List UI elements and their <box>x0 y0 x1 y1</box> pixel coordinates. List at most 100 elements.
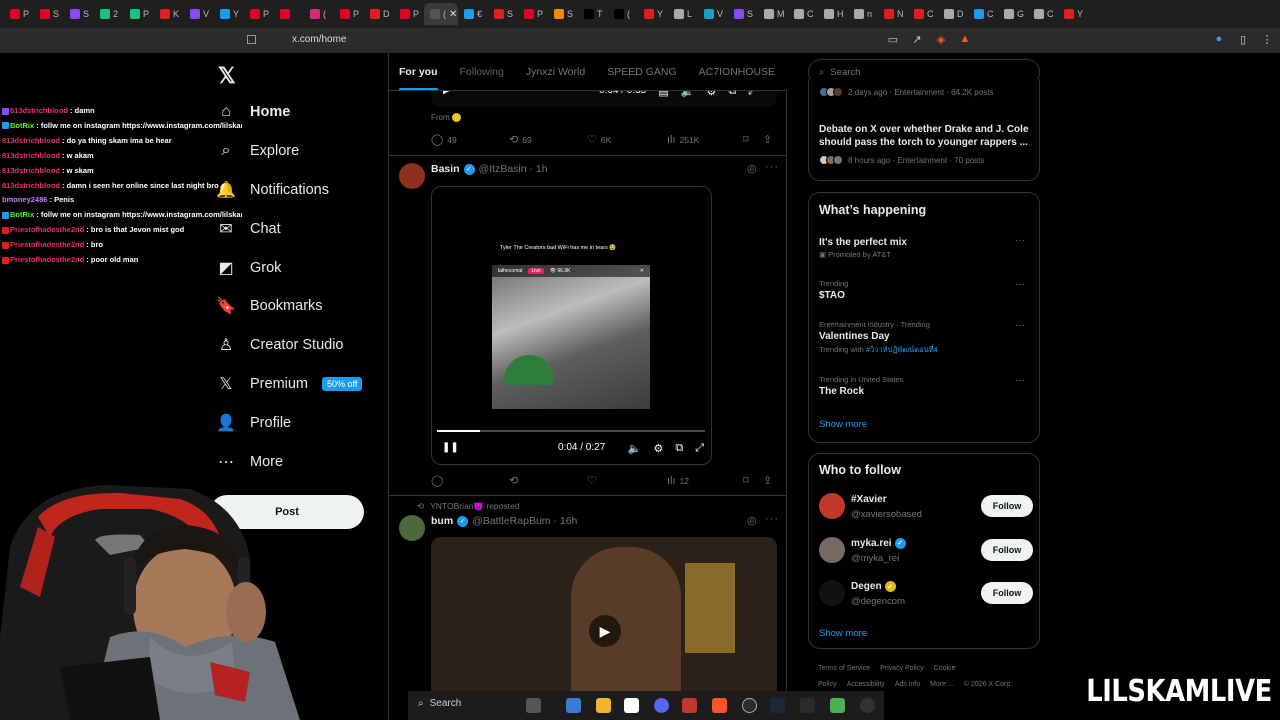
browser-tab[interactable]: S <box>64 3 94 25</box>
vpn-icon[interactable]: ● <box>1212 32 1226 46</box>
like-button[interactable]: ♡ 6K <box>587 133 667 146</box>
share-button[interactable]: ⇪ <box>763 474 772 487</box>
browser-tab[interactable]: P <box>518 3 548 25</box>
follow-handle[interactable]: @myka_rei <box>851 553 899 564</box>
browser-tab[interactable]: Y <box>214 3 244 25</box>
widgets-icon[interactable] <box>526 698 541 713</box>
more-options-icon[interactable]: ··· <box>765 161 779 173</box>
copilot-icon[interactable] <box>566 698 581 713</box>
tab-ac7ionhouse[interactable]: AC7IONHOUSE <box>699 53 775 90</box>
brave-browser-icon[interactable] <box>712 698 727 713</box>
reply-button[interactable]: ◯ 49 <box>431 133 509 146</box>
news-item[interactable]: 2 days ago · Entertainment · 64.2K posts <box>819 87 993 97</box>
share-icon[interactable]: ↗ <box>910 32 924 46</box>
browser-tab[interactable]: ( <box>304 3 334 25</box>
nav-item-bookmarks[interactable]: 🔖 Bookmarks <box>216 287 362 326</box>
repost-button[interactable]: ⟲ <box>509 474 587 487</box>
follow-button[interactable]: Follow <box>981 538 1033 561</box>
nav-item-creator-studio[interactable]: ♙ Creator Studio <box>216 326 362 365</box>
views-button[interactable]: ılı 12 <box>667 475 743 487</box>
browser-tab[interactable]: K <box>154 3 184 25</box>
repost-button[interactable]: ⟲ 69 <box>509 133 587 146</box>
browser-tab[interactable]: n <box>848 3 878 25</box>
nav-item-chat[interactable]: ✉ Chat <box>216 209 362 248</box>
news-item[interactable]: 8 hours ago · Entertainment · 70 posts <box>819 155 985 165</box>
tab-speed-gang[interactable]: SPEED GANG <box>607 53 676 90</box>
news-title[interactable]: Debate on X over whether Drake and J. Co… <box>819 123 1033 149</box>
more-options-icon[interactable]: ··· <box>765 513 779 525</box>
browser-tab[interactable]: S <box>488 3 518 25</box>
browser-tab[interactable]: P <box>394 3 424 25</box>
footer-link[interactable]: More ... <box>930 681 954 688</box>
trend-item[interactable]: Trending in United States The Rock ··· <box>819 375 1031 397</box>
browser-tab[interactable]: G <box>998 3 1028 25</box>
browser-tab[interactable]: P <box>244 3 274 25</box>
follow-suggestion[interactable]: Degen ✓ @degencom Follow <box>819 577 1033 611</box>
taskbar-search[interactable]: ⌕ Search <box>418 698 461 709</box>
source-avatar[interactable] <box>451 113 461 123</box>
browser-tab[interactable]: M <box>758 3 788 25</box>
browser-tab[interactable]: H <box>818 3 848 25</box>
like-button[interactable]: ♡ <box>587 474 667 487</box>
browser-tab[interactable]: N <box>878 3 908 25</box>
bookmark-button[interactable]: ⌑ <box>743 474 763 487</box>
footer-link[interactable]: Terms of Service <box>818 665 870 672</box>
tab-jynxzi-world[interactable]: Jynxzi World <box>526 53 585 90</box>
follow-button[interactable]: Follow <box>981 495 1033 517</box>
trend-item[interactable]: It's the perfect mix ▣ Promoted by AT&T … <box>819 235 1031 259</box>
show-more-link[interactable]: Show more <box>819 419 867 430</box>
browser-tab[interactable]: D <box>938 3 968 25</box>
nav-item-notifications[interactable]: 🔔 Notifications <box>216 171 362 210</box>
follow-suggestion[interactable]: #Xavier @xaviersobased Follow <box>819 490 1033 524</box>
steam-icon[interactable] <box>770 698 785 713</box>
app-icon[interactable] <box>860 698 875 713</box>
tab-for-you[interactable]: For you <box>399 53 438 90</box>
author-handle[interactable]: @ItzBasin · 1h <box>479 163 548 175</box>
footer-link[interactable]: Privacy Policy <box>880 665 924 672</box>
sidebar-toggle-icon[interactable]: ▯ <box>1236 32 1250 46</box>
browser-tab[interactable]: 2 <box>94 3 124 25</box>
author-name[interactable]: Basin <box>431 163 460 175</box>
x-logo-icon[interactable]: 𝕏 <box>218 63 236 89</box>
browser-tab[interactable]: C <box>968 3 998 25</box>
browser-tab[interactable]: S <box>548 3 578 25</box>
browser-tab[interactable]: L <box>668 3 698 25</box>
footer-link[interactable]: Ads info <box>895 681 920 688</box>
trend-item[interactable]: Entertainment industry · Trending Valent… <box>819 320 1031 356</box>
follow-handle[interactable]: @xaviersobased <box>851 509 922 520</box>
browser-tab[interactable]: C <box>1028 3 1058 25</box>
tab-following[interactable]: Following <box>460 53 504 90</box>
browser-tab[interactable]: P <box>124 3 154 25</box>
browser-tab[interactable]: S <box>728 3 758 25</box>
bookmark-star-icon[interactable]: ☐ <box>246 33 258 47</box>
follow-button[interactable]: Follow <box>981 582 1033 604</box>
reply-button[interactable]: ◯ <box>431 474 509 487</box>
follow-name[interactable]: #Xavier <box>851 494 887 505</box>
app-icon[interactable] <box>830 698 845 713</box>
footer-link[interactable]: © 2026 X Corp. <box>964 681 1012 688</box>
pip-icon[interactable]: ⧉ <box>675 442 683 455</box>
discord-icon[interactable] <box>654 698 669 713</box>
footer-link[interactable]: Accessibility <box>847 681 885 688</box>
avatar[interactable] <box>819 536 845 563</box>
browser-tab[interactable]: P <box>4 3 34 25</box>
browser-tab[interactable]: C <box>788 3 818 25</box>
nav-item-home[interactable]: ⌂ Home <box>216 93 362 132</box>
volume-icon[interactable]: 🔈 <box>628 442 642 455</box>
pause-icon[interactable]: ❚❚ <box>442 442 459 453</box>
follow-suggestion[interactable]: myka.rei ✓ @myka_rei Follow <box>819 534 1033 568</box>
follow-handle[interactable]: @degencom <box>851 596 905 607</box>
settings-icon[interactable]: ⚙ <box>653 442 663 455</box>
more-options-icon[interactable]: ··· <box>1015 320 1025 331</box>
share-button[interactable]: ⇪ <box>763 133 772 146</box>
browser-tab[interactable]: S <box>34 3 64 25</box>
avatar[interactable] <box>399 515 425 541</box>
show-more-link[interactable]: Show more <box>819 628 867 639</box>
browser-tab[interactable]: (✕ <box>424 3 458 25</box>
browser-tab[interactable]: € <box>458 3 488 25</box>
obs-icon[interactable] <box>742 698 757 713</box>
store-icon[interactable] <box>624 698 639 713</box>
nav-item-premium[interactable]: 𝕏 Premium 50% off <box>216 365 363 404</box>
author-name[interactable]: bum <box>431 515 453 527</box>
video-player[interactable]: Tyler The Creators bad WiFi has me in te… <box>431 186 712 465</box>
